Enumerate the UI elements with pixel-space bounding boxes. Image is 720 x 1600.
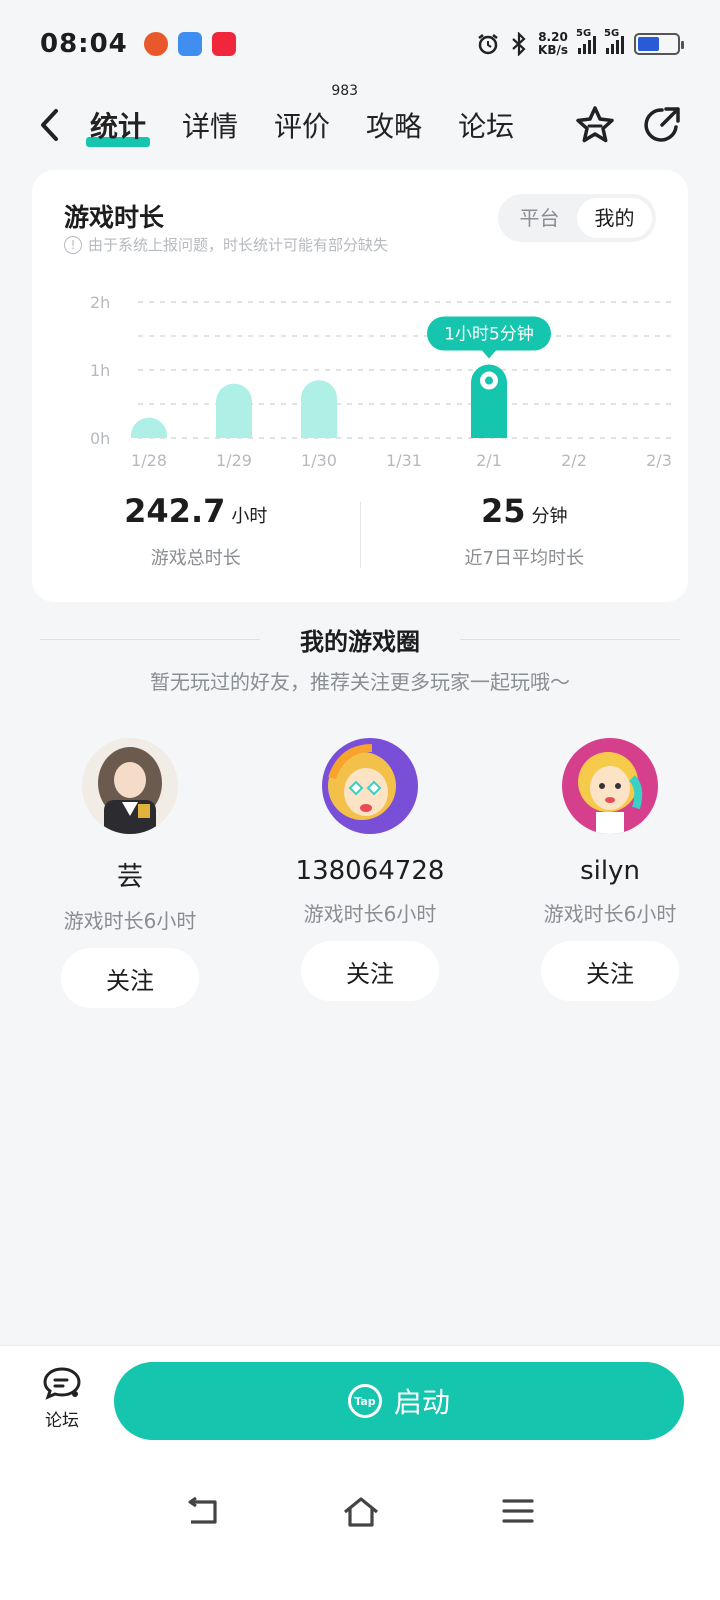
bottom-action-bar: 论坛 Tap 启动 <box>0 1345 720 1600</box>
bar-marker-dot <box>485 376 493 385</box>
signal-label: 5G <box>604 28 620 39</box>
avg-label: 近7日平均时长 <box>464 548 584 569</box>
total-label: 游戏总时长 <box>150 548 241 569</box>
avg-playtime: 25 分钟 近7日平均时长 <box>361 492 689 582</box>
back-nav-icon[interactable] <box>185 1496 221 1526</box>
recommended-players: 芸 游戏时长6小时 关注 138064728 游戏时长6小时 关注 silyn … <box>40 738 700 1008</box>
signal-icon: 5G <box>604 28 624 54</box>
avg-value: 25 <box>480 492 526 530</box>
player-card: silyn 游戏时长6小时 关注 <box>520 738 700 1008</box>
tab-forum[interactable]: 论坛 <box>458 105 514 145</box>
launch-button[interactable]: Tap 启动 <box>114 1362 684 1440</box>
game-circle-title: 我的游戏圈 <box>300 628 420 656</box>
follow-button[interactable]: 关注 <box>541 941 679 1001</box>
playtime-summary: 242.7 小时 游戏总时长 25 分钟 近7日平均时长 <box>32 492 688 582</box>
notification-icons <box>143 32 236 56</box>
total-unit: 小时 <box>231 506 268 527</box>
tab-label: 详情 <box>182 110 239 143</box>
follow-button[interactable]: 关注 <box>301 941 439 1001</box>
total-value: 242.7 <box>124 492 226 530</box>
tooltip-pointer <box>482 350 496 359</box>
divider <box>460 639 680 640</box>
scope-toggle: 平台 我的 <box>498 194 656 242</box>
x-tick-label: 2/3 <box>646 451 672 470</box>
avg-unit: 分钟 <box>531 506 568 527</box>
y-tick-label: 0h <box>90 429 110 448</box>
signal-label: 5G <box>576 28 592 39</box>
x-tick-label: 1/30 <box>301 451 337 470</box>
game-circle-subtitle: 暂无玩过的好友，推荐关注更多玩家一起玩哦～ <box>150 670 570 694</box>
forum-label: 论坛 <box>45 1411 79 1431</box>
bar <box>301 380 337 438</box>
divider <box>40 639 260 640</box>
tab-guides[interactable]: 攻略 <box>366 105 422 145</box>
tab-label: 论坛 <box>458 110 515 143</box>
avatar[interactable] <box>562 738 658 834</box>
top-nav: 统计 详情 评价 983 攻略 论坛 <box>0 83 720 160</box>
bar <box>216 383 252 438</box>
tab-label: 统计 <box>90 110 147 143</box>
segment-mine[interactable]: 我的 <box>577 198 652 238</box>
status-time: 08:04 <box>40 29 128 59</box>
home-nav-icon[interactable] <box>341 1496 381 1528</box>
segment-platform[interactable]: 平台 <box>502 198 577 238</box>
browser-app-icon <box>177 32 202 56</box>
follow-button[interactable]: 关注 <box>61 948 199 1008</box>
bluetooth-icon <box>512 32 526 56</box>
tab-details[interactable]: 详情 <box>182 105 238 145</box>
launch-label: 启动 <box>393 1386 450 1419</box>
x-tick-label: 2/1 <box>476 451 502 470</box>
avatar[interactable] <box>322 738 418 834</box>
tab-label: 评价 <box>274 110 331 143</box>
card-title: 游戏时长 <box>64 203 165 232</box>
taptap-icon: Tap <box>347 1384 382 1418</box>
review-count-badge: 983 <box>331 83 359 99</box>
xiaohongshu-app-icon <box>211 32 236 56</box>
player-card: 138064728 游戏时长6小时 关注 <box>280 738 460 1008</box>
avatar[interactable] <box>82 738 178 834</box>
forum-button[interactable]: 论坛 <box>40 1366 84 1431</box>
back-button[interactable] <box>38 105 72 145</box>
chevron-left-icon <box>41 109 58 141</box>
tooltip-label: 1小时5分钟 <box>444 325 534 345</box>
share-icon[interactable] <box>642 105 682 145</box>
status-indicators: 8.20 KB/s 5G 5G <box>476 28 684 57</box>
favorite-star-icon[interactable] <box>574 104 616 146</box>
note-text: 由于系统上报问题，时长统计可能有部分缺失 <box>88 236 389 254</box>
y-tick-label: 1h <box>90 361 110 380</box>
x-tick-label: 1/28 <box>131 451 167 470</box>
x-tick-label: 1/31 <box>386 451 422 470</box>
battery-icon <box>634 33 684 55</box>
player-name: 138064728 <box>295 856 445 886</box>
playtime-bar-chart: 0h 1h 2h 1/28 1/29 1/30 1/31 2/1 1小时5分钟 2/2 2/3 <box>90 293 674 470</box>
player-playtime: 游戏时长6小时 <box>63 909 197 933</box>
tab-label: 攻略 <box>366 110 423 143</box>
x-tick-label: 1/29 <box>216 451 252 470</box>
bar <box>131 417 167 438</box>
pumpkin-app-icon <box>143 32 168 56</box>
status-bar: 08:04 8.20 KB/s 5G 5G <box>0 0 720 88</box>
chat-bubble-icon <box>43 1367 81 1400</box>
net-speed: 8.20 KB/s <box>538 31 568 57</box>
alarm-icon <box>478 34 498 55</box>
system-nav-bar <box>0 1496 720 1528</box>
player-playtime: 游戏时长6小时 <box>303 902 437 926</box>
tab-reviews[interactable]: 评价 983 <box>274 83 358 145</box>
player-playtime: 游戏时长6小时 <box>543 902 677 926</box>
player-name: silyn <box>580 856 640 886</box>
signal-icon: 5G <box>576 28 596 54</box>
menu-nav-icon[interactable] <box>501 1496 535 1526</box>
card-note: ! 由于系统上报问题，时长统计可能有部分缺失 <box>64 234 388 255</box>
game-circle-header: 我的游戏圈 <box>40 622 680 657</box>
player-card: 芸 游戏时长6小时 关注 <box>40 738 220 1008</box>
player-name: 芸 <box>116 862 143 892</box>
total-playtime: 242.7 小时 游戏总时长 <box>32 492 360 582</box>
x-tick-label: 2/2 <box>561 451 587 470</box>
info-icon: ! <box>64 235 82 254</box>
playtime-card: 游戏时长 ! 由于系统上报问题，时长统计可能有部分缺失 平台 我的 0h 1h 2h… <box>32 170 688 602</box>
tab-stats[interactable]: 统计 <box>86 105 151 147</box>
net-speed-unit: KB/s <box>538 43 568 57</box>
y-tick-label: 2h <box>90 293 110 312</box>
